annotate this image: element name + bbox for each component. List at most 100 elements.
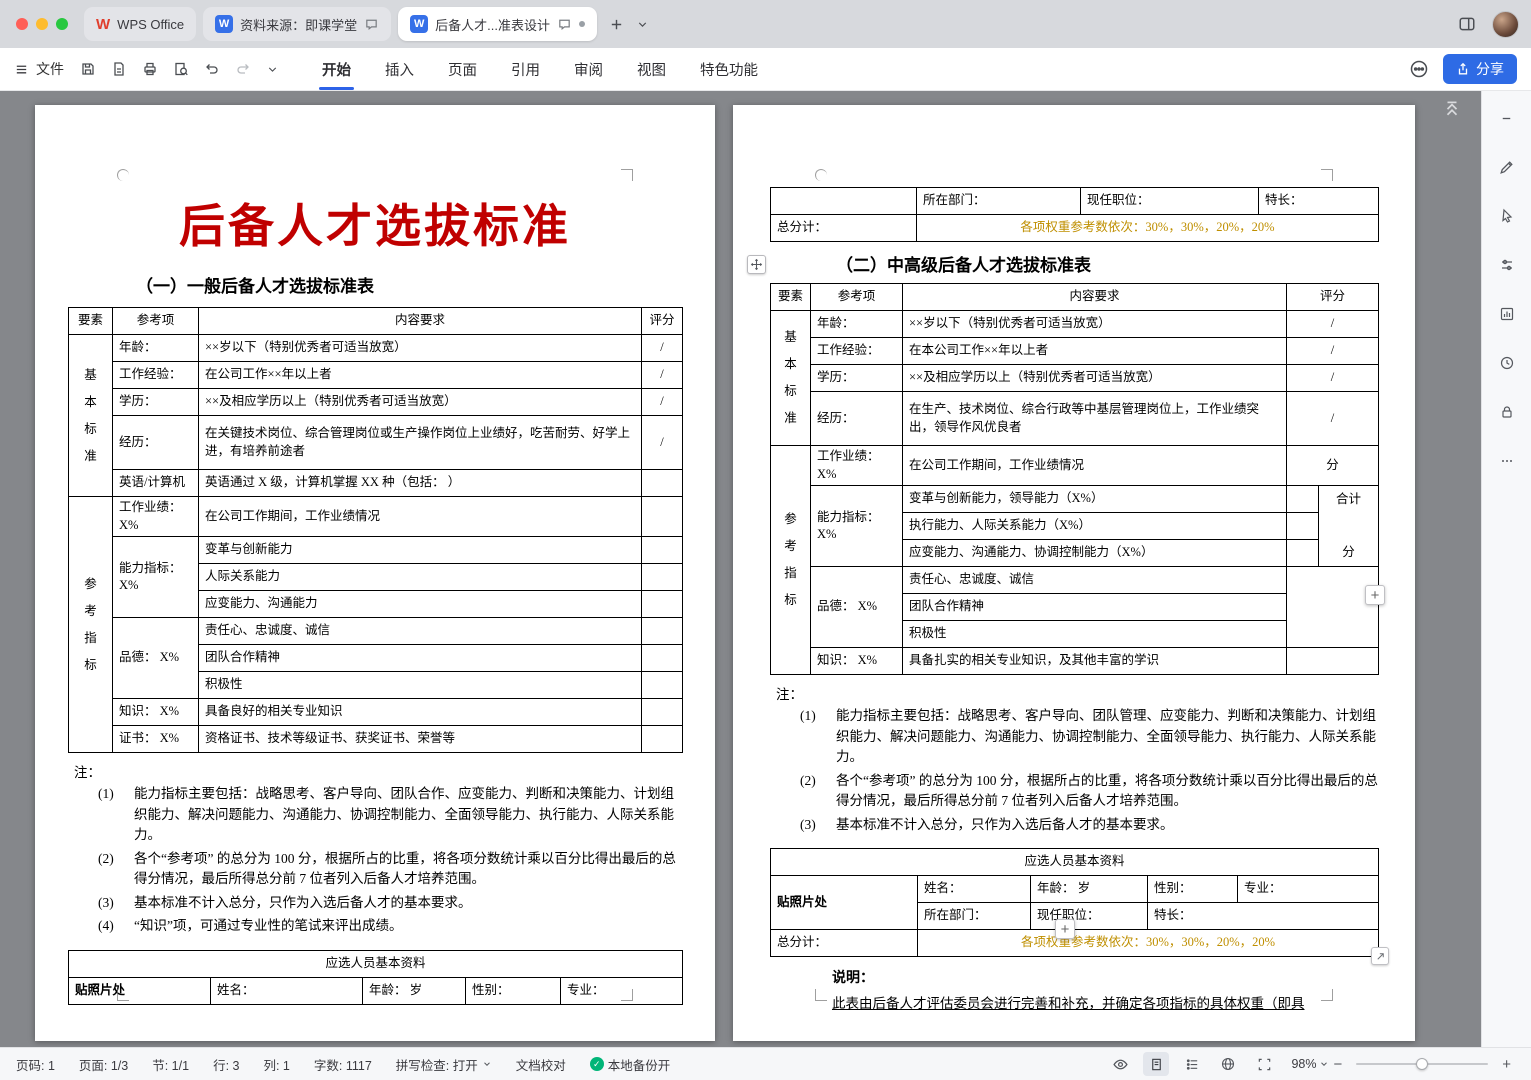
element <box>82 63 94 75</box>
table-insert-column-button[interactable]: + <box>1365 585 1385 605</box>
print-preview-icon[interactable] <box>173 61 189 77</box>
user-avatar[interactable] <box>1492 10 1519 38</box>
document-title: 后备人才选拔标准 <box>179 201 571 252</box>
tab-document-source[interactable]: W 资料来源：即课学堂 <box>203 7 392 41</box>
tab-page[interactable]: 页面 <box>448 48 477 90</box>
tab-list-chevron[interactable] <box>630 11 656 37</box>
save-icon[interactable] <box>80 61 96 77</box>
table-cell: 能力指标：X% <box>112 536 199 619</box>
score-total-label: 合计 <box>1336 491 1362 506</box>
table-candidate-info[interactable]: 应选人员基本资料 贴照片处 姓名： 年龄： 岁 性别： 专业： <box>67 949 684 1005</box>
element <box>1500 160 1513 174</box>
element <box>366 19 377 30</box>
chart-tools-icon[interactable] <box>1496 303 1518 325</box>
web-view-icon[interactable] <box>1215 1052 1241 1076</box>
select-cursor-icon[interactable] <box>1496 205 1518 227</box>
document-canvas[interactable]: 后备人才选拔标准 （一）一般后备人才选拔标准表 要素 参考项 内容要求 评分 基本标… <box>0 91 1481 1047</box>
table-cell: 积极性 <box>902 620 1287 648</box>
note-item: (1) 能力指标主要包括：战略思考、客户导向、团队管理、应变能力、判断和决策能力、… <box>800 706 1378 768</box>
scroll-to-top-icon[interactable] <box>1441 96 1463 120</box>
eye-protect-icon[interactable] <box>1107 1052 1133 1076</box>
zoom-level-dropdown[interactable]: 98% <box>1291 1057 1329 1071</box>
table-move-handle[interactable] <box>747 255 766 274</box>
element <box>612 19 622 29</box>
new-tab-button[interactable] <box>604 11 630 37</box>
redo-icon[interactable] <box>235 61 251 77</box>
table-cell: 内容要求 <box>902 283 1287 311</box>
local-backup-status[interactable]: ✓ 本地备份开 <box>589 1055 670 1074</box>
tab-current-document[interactable]: W 后备人才...准表设计 <box>398 7 597 41</box>
table-cell: 参考指标 <box>770 445 811 675</box>
element <box>1509 460 1512 462</box>
file-menu[interactable]: 文件 <box>14 59 64 79</box>
export-pdf-icon[interactable] <box>111 61 127 77</box>
tab-wps-office[interactable]: W WPS Office <box>84 7 197 41</box>
table-row: 知识： X% 具备良好的相关专业知识 <box>69 698 683 727</box>
share-button[interactable]: 分享 <box>1443 54 1517 84</box>
document-page-1[interactable]: 后备人才选拔标准 （一）一般后备人才选拔标准表 要素 参考项 内容要求 评分 基本标… <box>35 105 715 1041</box>
element <box>144 62 156 76</box>
zoom-window-button[interactable] <box>56 18 68 30</box>
table-cell <box>641 617 683 646</box>
table-cell: 责任心、忠诚度、诚信 <box>198 617 642 646</box>
table-cell <box>1286 539 1319 567</box>
edit-pen-icon[interactable] <box>1496 156 1518 178</box>
document-page-2[interactable]: 所在部门： 现任职位： 特长： 总分计： 各项权重参考数依次：30%，30%，2… <box>733 105 1415 1041</box>
table-senior-criteria[interactable]: 要素 参考项 内容要求 评分 基本标准 年龄： ××岁以下（特别优秀者可适当放宽） / … <box>770 283 1380 675</box>
more-options-icon[interactable] <box>1496 450 1518 472</box>
tab-insert[interactable]: 插入 <box>385 48 414 90</box>
close-window-button[interactable] <box>16 18 28 30</box>
fullscreen-view-icon[interactable] <box>1251 1052 1277 1076</box>
word-count-status: 字数: 1117 <box>313 1058 372 1073</box>
table-general-criteria[interactable]: 要素 参考项 内容要求 评分 基本标准 年龄： ××岁以下（特别优秀者可适当放宽） / … <box>68 307 683 754</box>
element <box>1376 952 1384 960</box>
zoom-in-button[interactable]: + <box>1498 1056 1515 1073</box>
tab-home[interactable]: 开始 <box>319 48 354 90</box>
page-view-icon[interactable] <box>1143 1052 1170 1076</box>
tab-view[interactable]: 视图 <box>637 48 666 90</box>
table-resize-handle-icon[interactable] <box>1371 947 1389 965</box>
tab-special-features[interactable]: 特色功能 <box>700 48 758 90</box>
table-cell: 执行能力、人际关系能力（X%） <box>902 512 1287 540</box>
print-icon[interactable] <box>142 61 158 77</box>
undo-icon[interactable] <box>204 61 220 77</box>
outline-view-icon[interactable] <box>1179 1052 1205 1076</box>
table-cell: 年龄： <box>112 334 199 363</box>
table-cell: 参考指标 <box>68 496 113 754</box>
history-clock-icon[interactable] <box>1496 352 1518 374</box>
wps-logo-icon: W <box>96 15 111 33</box>
table-cell: / <box>641 388 683 417</box>
table-cell: 经历： <box>112 415 199 471</box>
more-tools-icon[interactable] <box>1409 59 1429 79</box>
table-cell <box>641 698 683 727</box>
table-row: 经历： 在生产、技术岗位、综合行政等中基层管理岗位上，工作业绩突出，领导作风优良者… <box>771 391 1380 446</box>
tab-review[interactable]: 审阅 <box>574 48 603 90</box>
element <box>1501 460 1512 462</box>
zoom-out-button[interactable]: − <box>1329 1056 1346 1073</box>
lock-icon[interactable] <box>1496 401 1518 423</box>
quickbar-chevron-icon[interactable] <box>266 63 279 76</box>
sidebar-toggle-icon[interactable] <box>1454 11 1480 37</box>
spell-check-dropdown[interactable]: 拼写检查: 打开 <box>396 1055 492 1074</box>
element: (3) <box>800 816 816 832</box>
table-cell: 证书： X% <box>112 725 199 754</box>
collapse-rail-icon[interactable] <box>1496 107 1518 129</box>
share-icon <box>1458 62 1468 75</box>
table-candidate-info-2[interactable]: 应选人员基本资料 贴照片处 姓名： 年龄： 岁 性别： 专业： 所在部门： 现任… <box>769 848 1380 957</box>
settings-sliders-icon[interactable] <box>1496 254 1518 276</box>
table-cell: 品德： X% <box>112 617 199 700</box>
element: (4) <box>98 918 114 934</box>
document-proofread-button[interactable]: 文档校对 <box>516 1055 566 1074</box>
element <box>1190 1059 1198 1069</box>
table-cell: 应变能力、沟通能力、协调控制能力（X%） <box>902 539 1287 567</box>
zoom-slider[interactable] <box>1356 1058 1489 1070</box>
element: 基本标准不计入总分，只作为入选后备人才的基本要求。 <box>134 894 472 910</box>
table-info-continued[interactable]: 所在部门： 现任职位： 特长： 总分计： 各项权重参考数依次：30%，30%，2… <box>770 187 1379 242</box>
minimize-window-button[interactable] <box>36 18 48 30</box>
tab-reference[interactable]: 引用 <box>511 48 540 90</box>
note-item: (4) “知识”项，可通过专业性的笔试来评出成绩。 <box>98 916 682 937</box>
table-insert-row-button[interactable]: + <box>1055 919 1075 939</box>
element: 基本标准不计入总分，只作为入选后备人才的基本要求。 <box>836 816 1174 832</box>
zoom-slider-knob[interactable] <box>1415 1058 1428 1070</box>
table-cell: 基本标准 <box>68 334 113 498</box>
